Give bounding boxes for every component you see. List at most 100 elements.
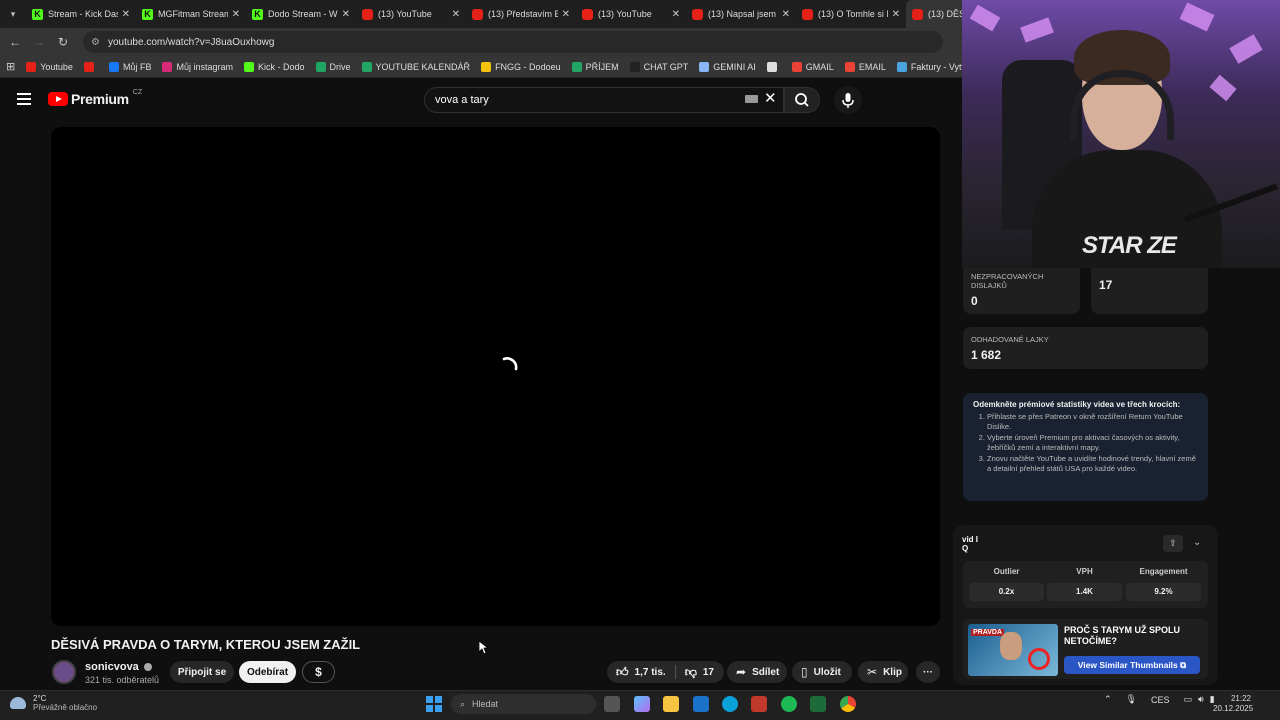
search-button[interactable] bbox=[784, 87, 820, 113]
thanks-button[interactable]: $ bbox=[302, 661, 335, 683]
clear-search-icon[interactable]: ✕ bbox=[764, 89, 777, 107]
bookmark-icon bbox=[844, 61, 855, 72]
time: 21:22 bbox=[1230, 694, 1251, 703]
bookmark-item[interactable]: FNGG - Dodoeu bbox=[481, 61, 561, 72]
video-title: DĚSIVÁ PRAVDA O TARYM, KTEROU JSEM ZAŽIL bbox=[51, 637, 361, 652]
similar-video-title: PROČ S TARYM UŽ SPOLU NETOČÍME? bbox=[1064, 625, 1181, 646]
webcam-overlay: STAR ZE bbox=[962, 0, 1280, 268]
file-explorer-icon[interactable] bbox=[663, 696, 679, 712]
chevron-down-icon[interactable]: ⌄ bbox=[1193, 537, 1201, 548]
voice-search-button[interactable] bbox=[834, 86, 862, 114]
site-info-icon[interactable]: ⚙ bbox=[91, 37, 100, 48]
close-tab-icon[interactable]: ✕ bbox=[452, 9, 460, 20]
browser-tab[interactable]: (13) O Tomhle si N ✕ bbox=[796, 0, 906, 28]
join-button[interactable]: Připojit se bbox=[170, 661, 234, 683]
save-button[interactable]: ▯ Uložit bbox=[792, 661, 852, 683]
bookmark-item[interactable] bbox=[766, 61, 781, 72]
youtube-play-icon bbox=[48, 92, 68, 106]
address-bar[interactable]: ⚙ youtube.com/watch?v=J8uaOuxhowg bbox=[83, 31, 943, 53]
chrome-icon[interactable] bbox=[840, 696, 856, 712]
language-indicator[interactable]: CES bbox=[1151, 695, 1170, 705]
windows-start-icon[interactable] bbox=[426, 696, 442, 712]
volume-icon[interactable]: 🔊︎ bbox=[1198, 694, 1204, 705]
clip-button[interactable]: ✂ Klip bbox=[858, 661, 908, 683]
dislike-button[interactable]: 👎︎ 17 bbox=[676, 661, 723, 683]
weather-widget[interactable]: 2°C Převážně oblačno bbox=[10, 694, 97, 712]
youtube-logo[interactable]: Premium CZ bbox=[48, 89, 142, 107]
metric-value: 1.4K bbox=[1047, 583, 1122, 601]
bookmark-item[interactable]: CHAT GPT bbox=[629, 61, 688, 72]
task-view-icon[interactable] bbox=[604, 696, 620, 712]
keyboard-icon[interactable] bbox=[745, 95, 758, 103]
browser-tab[interactable]: (13) Představím B ✕ bbox=[466, 0, 576, 28]
subscribe-button[interactable]: Odebírat bbox=[239, 661, 296, 683]
thumbnail-text: PRAVDA bbox=[971, 629, 1005, 636]
obs-icon[interactable] bbox=[751, 696, 767, 712]
close-tab-icon[interactable]: ✕ bbox=[122, 9, 130, 20]
tab-title: (13) YouTube bbox=[598, 9, 652, 19]
prohibited-icon bbox=[1028, 648, 1050, 670]
browser-tab[interactable]: (13) Napsal jsem ✕ bbox=[686, 0, 796, 28]
tab-search-button[interactable]: ▾ bbox=[0, 0, 26, 28]
bookmark-icon bbox=[571, 61, 582, 72]
edge-icon[interactable] bbox=[722, 696, 738, 712]
close-tab-icon[interactable]: ✕ bbox=[232, 9, 240, 20]
close-tab-icon[interactable]: ✕ bbox=[342, 9, 350, 20]
stream-logo: STAR ZE bbox=[1082, 232, 1177, 259]
taskbar-search[interactable]: ⌕ Hledat bbox=[451, 694, 596, 714]
browser-tab[interactable]: (13) YouTube ✕ bbox=[576, 0, 686, 28]
excel-icon[interactable] bbox=[810, 696, 826, 712]
like-button[interactable]: 👍︎ 1,7 tis. bbox=[607, 661, 675, 683]
channel-name-text: sonicvova bbox=[85, 661, 139, 673]
bookmark-item[interactable] bbox=[83, 61, 98, 72]
bookmark-item[interactable]: PŘÍJEM bbox=[571, 61, 619, 72]
close-tab-icon[interactable]: ✕ bbox=[672, 9, 680, 20]
browser-tab[interactable]: K Stream - Kick Das ✕ bbox=[26, 0, 136, 28]
reload-icon[interactable]: ↻ bbox=[51, 35, 75, 49]
copilot-icon[interactable] bbox=[634, 696, 650, 712]
bookmark-item[interactable]: Můj instagram bbox=[162, 61, 233, 72]
outlook-icon[interactable] bbox=[693, 696, 709, 712]
bookmark-item[interactable]: Kick - Dodo bbox=[243, 61, 305, 72]
close-tab-icon[interactable]: ✕ bbox=[782, 9, 790, 20]
share-icon[interactable]: ⇧ bbox=[1163, 535, 1183, 552]
channel-avatar[interactable] bbox=[52, 660, 76, 684]
view-similar-thumbnails-button[interactable]: View Similar Thumbnails ⧉ bbox=[1064, 656, 1200, 674]
bookmark-icon bbox=[315, 61, 326, 72]
search-input[interactable]: vova a tary bbox=[424, 87, 784, 113]
forward-icon[interactable]: → bbox=[27, 35, 51, 49]
search-icon bbox=[795, 93, 809, 107]
youtube-header: Premium CZ vova a tary ✕ bbox=[0, 78, 960, 122]
similar-thumbnail[interactable]: PRAVDA bbox=[968, 624, 1058, 676]
vidiq-logo: vid IQ bbox=[962, 535, 984, 553]
network-icon[interactable]: ▭ bbox=[1184, 694, 1193, 705]
close-tab-icon[interactable]: ✕ bbox=[892, 9, 900, 20]
chevron-up-icon[interactable]: ⌃ bbox=[1104, 694, 1112, 705]
apps-icon[interactable]: ⊞ bbox=[6, 60, 15, 73]
back-icon[interactable]: ← bbox=[3, 35, 27, 49]
dislike-count: 17 bbox=[702, 666, 714, 678]
bookmark-icon bbox=[83, 61, 94, 72]
bookmark-item[interactable]: Youtube bbox=[26, 61, 73, 72]
bookmark-item[interactable]: Můj FB bbox=[108, 61, 151, 72]
youtube-icon bbox=[582, 8, 593, 20]
bookmark-item[interactable]: Drive bbox=[315, 61, 351, 72]
bookmark-item[interactable]: YOUTUBE KALENDÁŘ bbox=[361, 61, 470, 72]
metric-label: Engagement bbox=[1139, 567, 1188, 576]
share-button[interactable]: ➦ Sdílet bbox=[727, 661, 787, 683]
browser-tab[interactable]: K Dodo Stream - W ✕ bbox=[246, 0, 356, 28]
video-player[interactable] bbox=[51, 127, 940, 626]
microphone-icon[interactable]: 🎙︎ bbox=[1126, 694, 1137, 705]
close-tab-icon[interactable]: ✕ bbox=[562, 9, 570, 20]
menu-icon[interactable] bbox=[17, 93, 31, 105]
channel-name[interactable]: sonicvova bbox=[85, 661, 152, 673]
spotify-icon[interactable] bbox=[781, 696, 797, 712]
bookmark-item[interactable]: EMAIL bbox=[844, 61, 886, 72]
bookmark-item[interactable]: GEMINI AI bbox=[699, 61, 756, 72]
bookmark-item[interactable]: GMAIL bbox=[791, 61, 834, 72]
clock[interactable]: 21:22 20.12.2025 bbox=[1213, 694, 1253, 714]
more-actions-button[interactable]: ··· bbox=[916, 661, 940, 683]
browser-tab[interactable]: K MGFitman Stream ✕ bbox=[136, 0, 246, 28]
youtube-icon bbox=[692, 8, 703, 20]
browser-tab[interactable]: (13) YouTube ✕ bbox=[356, 0, 466, 28]
